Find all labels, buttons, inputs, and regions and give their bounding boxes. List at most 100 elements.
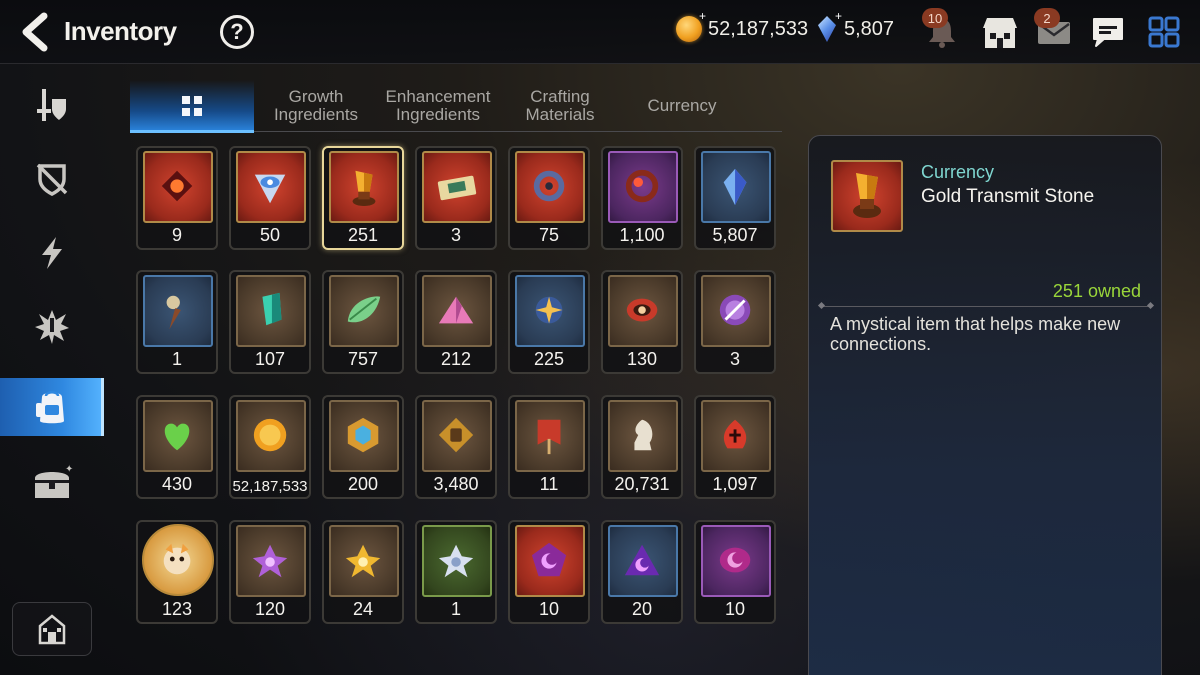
inventory-item-slot[interactable]: 24 bbox=[322, 520, 404, 624]
menu-grid-icon bbox=[1148, 16, 1180, 48]
sidebar-item-skills[interactable] bbox=[0, 224, 104, 282]
sidebar-item-equipment[interactable] bbox=[0, 76, 104, 134]
item-thumbnail bbox=[143, 151, 213, 223]
pink-mountain-icon bbox=[438, 296, 474, 324]
purple-seal-icon bbox=[719, 294, 751, 326]
inventory-item-slot[interactable]: 3 bbox=[694, 270, 776, 374]
inventory-item-slot[interactable]: 130 bbox=[601, 270, 683, 374]
detail-description: A mystical item that helps make new conn… bbox=[830, 314, 1121, 354]
gold-display: + 52,187,533 bbox=[676, 10, 808, 42]
chat-button[interactable] bbox=[1088, 12, 1128, 52]
banner-icon bbox=[537, 419, 561, 455]
inventory-item-slot[interactable]: 430 bbox=[136, 395, 218, 499]
item-quantity: 251 bbox=[347, 225, 379, 245]
item-quantity: 1 bbox=[171, 349, 182, 369]
item-quantity: 9 bbox=[171, 225, 182, 245]
tab-growth-ingredients[interactable]: Growth Ingredients bbox=[258, 80, 374, 132]
inventory-item-slot[interactable]: 1 bbox=[136, 270, 218, 374]
inventory-item-slot[interactable]: 5,807 bbox=[694, 146, 776, 250]
item-quantity: 123 bbox=[161, 599, 193, 619]
inventory-item-slot[interactable]: 20,731 bbox=[601, 395, 683, 499]
item-thumbnail bbox=[515, 525, 585, 597]
leaf-icon bbox=[347, 296, 381, 323]
inventory-item-slot[interactable]: 120 bbox=[229, 520, 311, 624]
inventory-item-slot[interactable]: 10 bbox=[508, 520, 590, 624]
item-quantity: 225 bbox=[533, 349, 565, 369]
notifications-badge: 10 bbox=[922, 8, 948, 28]
sidebar-item-items[interactable] bbox=[0, 378, 104, 436]
inventory-item-slot[interactable]: 52,187,533 bbox=[229, 395, 311, 499]
detail-divider bbox=[821, 306, 1151, 307]
castle-icon bbox=[38, 614, 66, 645]
inventory-item-slot[interactable]: 757 bbox=[322, 270, 404, 374]
inventory-item-slot[interactable]: 1,097 bbox=[694, 395, 776, 499]
item-quantity: 1,100 bbox=[619, 225, 665, 245]
item-quantity: 52,187,533 bbox=[232, 478, 308, 495]
inventory-item-slot[interactable]: 20 bbox=[601, 520, 683, 624]
moon-triangle-icon bbox=[624, 544, 660, 576]
sidebar-item-chests[interactable]: ✦ bbox=[0, 454, 104, 512]
inventory-item-slot[interactable]: 10 bbox=[694, 520, 776, 624]
page-title: Inventory bbox=[64, 16, 177, 46]
sidebar-item-catalysts[interactable] bbox=[0, 298, 104, 356]
back-button[interactable] bbox=[16, 12, 52, 52]
item-thumbnail bbox=[608, 275, 678, 347]
item-quantity: 120 bbox=[254, 599, 286, 619]
detail-owned-count: 251 owned bbox=[1052, 281, 1141, 301]
lobby-button[interactable] bbox=[12, 602, 92, 656]
shop-button[interactable] bbox=[980, 12, 1020, 52]
mascot-portrait-icon bbox=[163, 543, 191, 575]
item-thumbnail bbox=[329, 275, 399, 347]
fist-badge-icon bbox=[438, 417, 474, 453]
gold-hex-emblem-icon bbox=[347, 417, 379, 453]
gold-transmit-stone-icon bbox=[352, 170, 376, 207]
crystal-icon bbox=[818, 16, 836, 42]
inventory-item-slot[interactable]: 3,480 bbox=[415, 395, 497, 499]
inventory-item-slot[interactable]: 1,100 bbox=[601, 146, 683, 250]
crystal-icon bbox=[723, 168, 747, 206]
star-amulet-icon bbox=[535, 296, 563, 324]
item-quantity: 50 bbox=[259, 225, 281, 245]
detail-item-thumbnail bbox=[831, 160, 903, 232]
item-thumbnail bbox=[608, 400, 678, 472]
item-quantity: 10 bbox=[538, 599, 560, 619]
item-thumbnail bbox=[142, 524, 214, 596]
item-quantity: 5,807 bbox=[712, 225, 758, 245]
inventory-item-slot[interactable]: 123 bbox=[136, 520, 218, 624]
mail-button[interactable]: 2 bbox=[1034, 8, 1074, 52]
compass-dagger-icon bbox=[166, 295, 181, 330]
help-button[interactable]: ? bbox=[220, 15, 254, 49]
eye-emblem-icon bbox=[254, 174, 286, 204]
inventory-item-slot[interactable]: 200 bbox=[322, 395, 404, 499]
inventory-item-slot[interactable]: 251 bbox=[322, 146, 404, 250]
item-quantity: 200 bbox=[347, 474, 379, 494]
sidebar-item-artifacts[interactable] bbox=[0, 150, 104, 208]
green-heart-icon bbox=[164, 423, 190, 451]
inventory-item-slot[interactable]: 107 bbox=[229, 270, 311, 374]
inventory-item-slot[interactable]: 75 bbox=[508, 146, 590, 250]
category-sidebar: ✦ bbox=[0, 64, 104, 675]
red-bracelet-icon bbox=[626, 298, 658, 322]
item-quantity: 130 bbox=[626, 349, 658, 369]
item-thumbnail bbox=[143, 400, 213, 472]
item-thumbnail bbox=[515, 400, 585, 472]
item-thumbnail bbox=[422, 525, 492, 597]
gold-coin-icon: + bbox=[676, 10, 706, 42]
tab-crafting-materials[interactable]: Crafting Materials bbox=[502, 80, 618, 132]
moon-pentagon-icon bbox=[531, 542, 567, 577]
inventory-item-slot[interactable]: 50 bbox=[229, 146, 311, 250]
tab-enhancement-ingredients[interactable]: Enhancement Ingredients bbox=[380, 80, 496, 132]
main-menu-button[interactable] bbox=[1144, 12, 1184, 52]
inventory-item-slot[interactable]: 3 bbox=[415, 146, 497, 250]
inventory-item-slot[interactable]: 11 bbox=[508, 395, 590, 499]
svg-text:✦: ✦ bbox=[65, 464, 73, 475]
ring-pendant-icon bbox=[533, 170, 565, 202]
tab-currency[interactable]: Currency bbox=[624, 80, 740, 132]
inventory-item-slot[interactable]: 212 bbox=[415, 270, 497, 374]
inventory-item-slot[interactable]: 9 bbox=[136, 146, 218, 250]
tab-all[interactable] bbox=[130, 80, 254, 133]
inventory-item-slot[interactable]: 1 bbox=[415, 520, 497, 624]
inventory-item-slot[interactable]: 225 bbox=[508, 270, 590, 374]
item-quantity: 10 bbox=[724, 599, 746, 619]
notifications-button[interactable]: 10 bbox=[922, 8, 962, 52]
